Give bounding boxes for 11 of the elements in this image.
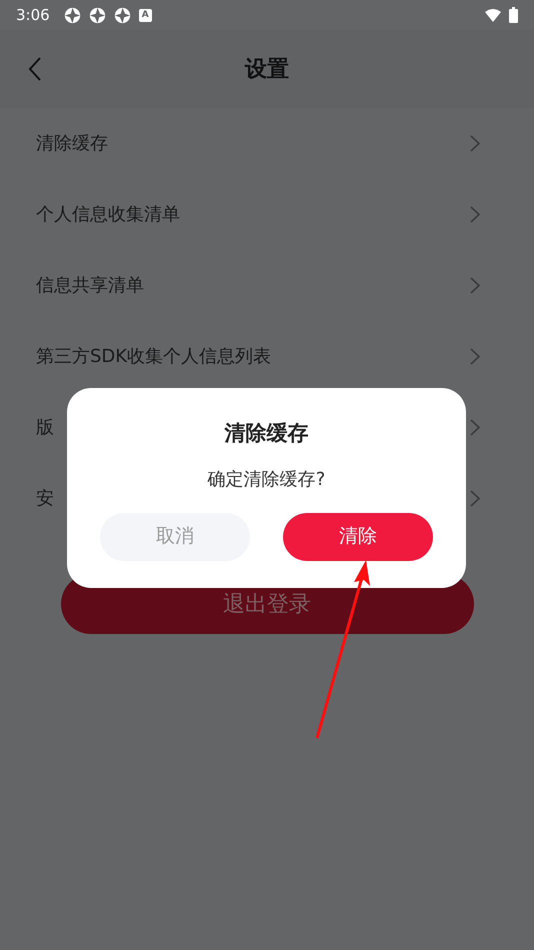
notification-badge: A: [138, 8, 152, 22]
row-label: 信息共享清单: [36, 274, 144, 298]
row-label: 个人信息收集清单: [36, 203, 180, 227]
status-time: 3:06: [16, 4, 50, 26]
row-label: 第三方SDK收集个人信息列表: [36, 345, 272, 369]
row-label: 清除缓存: [36, 132, 108, 156]
dialog-title: 清除缓存: [224, 420, 308, 447]
dialog-message: 确定清除缓存?: [208, 468, 326, 492]
row-label: 安: [36, 487, 54, 511]
row-label: 版: [36, 416, 54, 440]
page-title: 设置: [245, 56, 289, 84]
